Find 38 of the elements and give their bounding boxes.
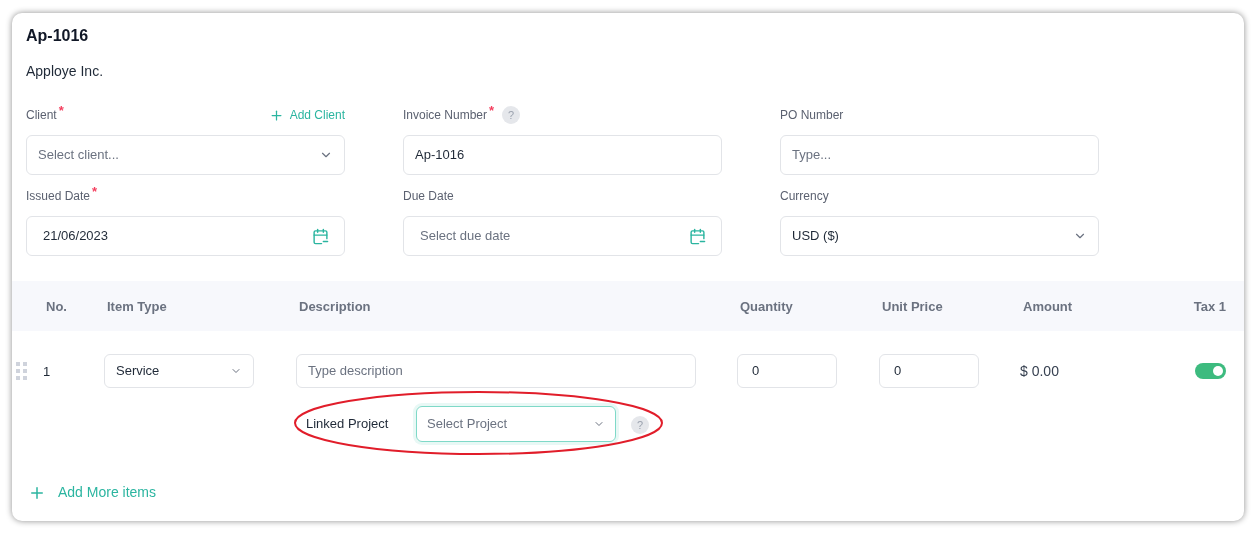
date-field[interactable]: Select due date <box>403 216 722 256</box>
field-label: Client <box>26 107 57 124</box>
field-label: Invoice Number <box>403 107 488 124</box>
description-field[interactable]: Type description <box>296 354 696 388</box>
row-number: 1 <box>43 364 51 379</box>
column-header: Tax 1 <box>1193 299 1226 314</box>
column-header: Description <box>299 299 371 314</box>
field-label: Due Date <box>403 188 454 205</box>
required-asterisk: * <box>489 106 495 116</box>
input-field[interactable]: Ap-1016 <box>403 135 722 175</box>
date-field[interactable]: 21/06/2023 <box>26 216 345 256</box>
select-field[interactable]: Select client... <box>26 135 345 175</box>
field-label: PO Number <box>780 107 844 124</box>
column-header: Item Type <box>107 299 167 314</box>
field-label: Currency <box>780 188 829 205</box>
calendar-icon <box>689 227 706 245</box>
linked-project-label: Linked Project <box>306 415 390 434</box>
invoice-title: Ap-1016 <box>26 26 90 46</box>
required-asterisk: * <box>58 106 64 116</box>
calendar-icon <box>312 227 329 245</box>
column-header: Amount <box>1023 299 1073 314</box>
item-type-select[interactable]: Service <box>104 354 254 388</box>
tax-toggle[interactable] <box>1195 363 1226 379</box>
column-header: No. <box>46 299 67 314</box>
select-field[interactable]: USD ($) <box>780 216 1099 256</box>
required-asterisk: * <box>92 187 98 197</box>
project-select[interactable]: Select Project <box>416 406 616 442</box>
field-label: Issued Date <box>26 188 91 205</box>
plus-icon <box>268 107 284 123</box>
unit-price-field[interactable]: 0 <box>879 354 979 388</box>
amount-value: $ 0.00 <box>1020 363 1059 379</box>
input-field[interactable]: Type... <box>780 135 1099 175</box>
quantity-field[interactable]: 0 <box>737 354 837 388</box>
column-header: Unit Price <box>882 299 943 314</box>
column-header: Quantity <box>740 299 793 314</box>
drag-handle-icon[interactable] <box>16 362 27 380</box>
company-name: Apploye Inc. <box>26 62 105 81</box>
add-client-link[interactable]: Add Client <box>268 106 345 124</box>
